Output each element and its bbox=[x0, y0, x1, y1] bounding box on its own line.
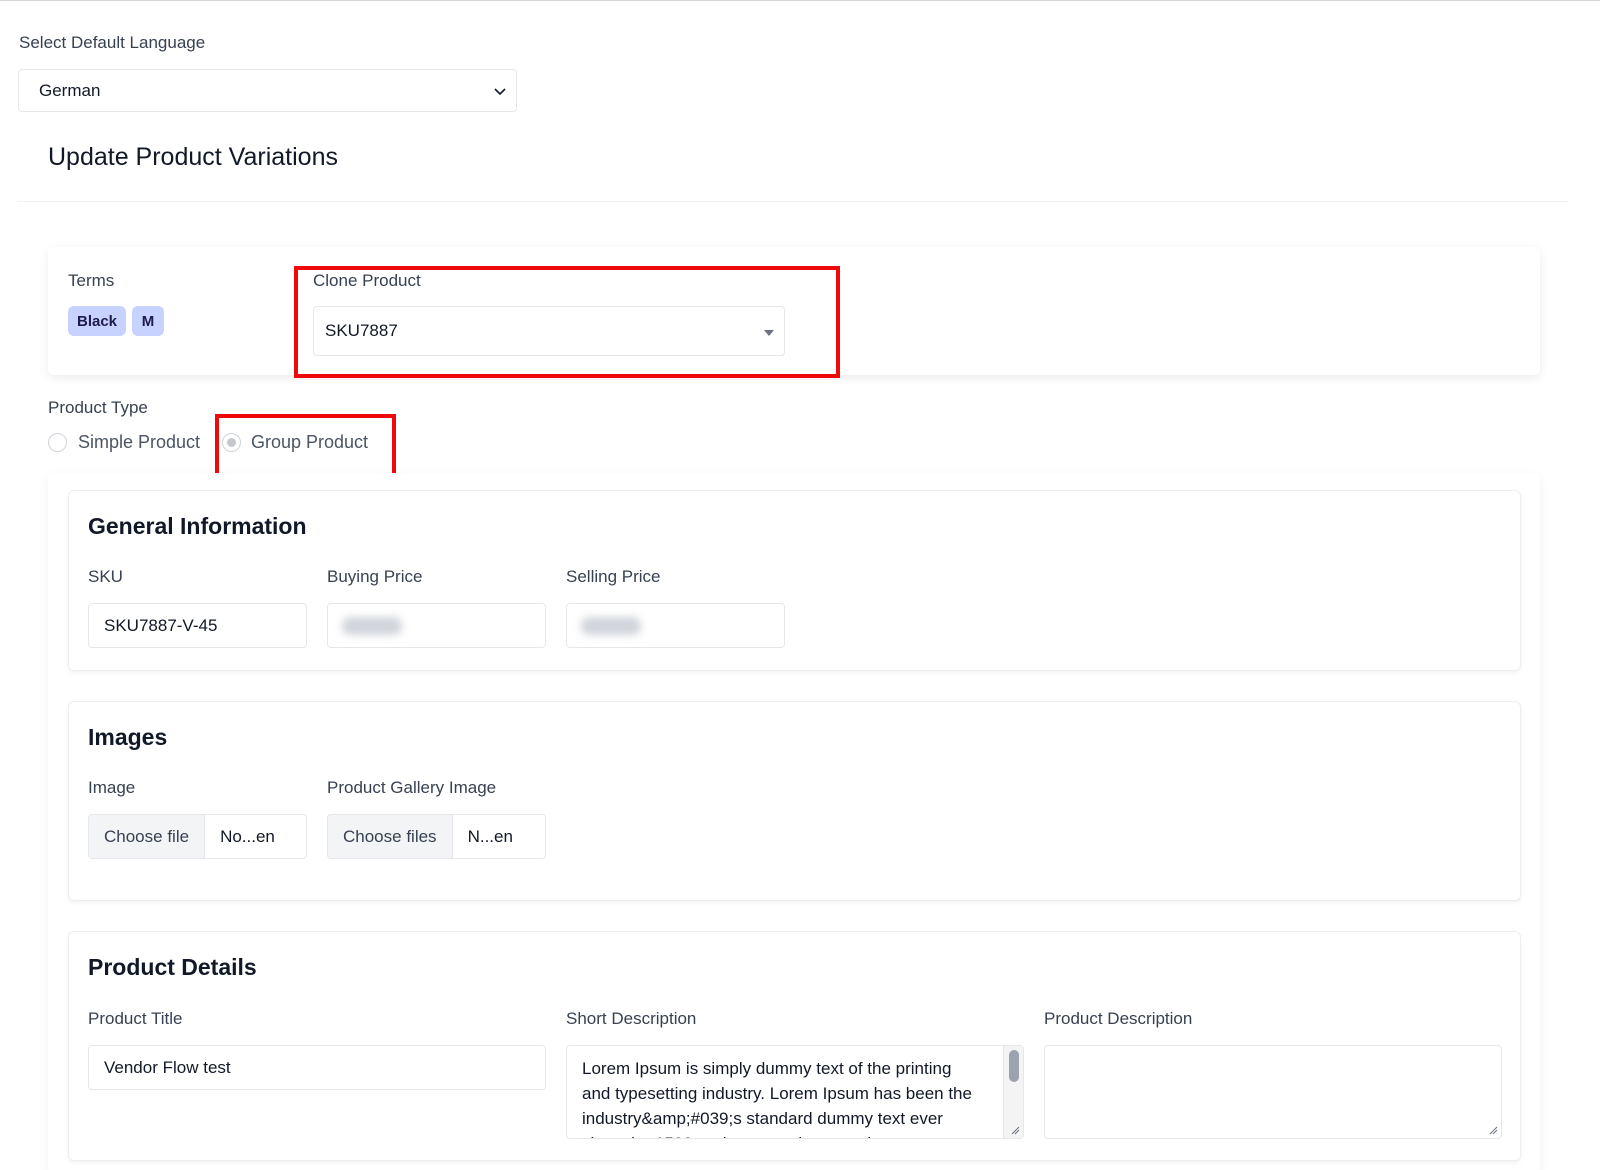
gallery-file-input[interactable]: Choose files N...en bbox=[327, 814, 546, 859]
buying-price-input[interactable] bbox=[327, 603, 546, 648]
product-details-title: Product Details bbox=[88, 954, 257, 980]
language-select-value: German bbox=[39, 80, 101, 100]
page: Select Default Language German Update Pr… bbox=[0, 0, 1600, 1170]
resize-grip-icon[interactable] bbox=[1010, 1125, 1020, 1135]
image-file-name: No...en bbox=[220, 826, 275, 846]
radio-label-simple-product[interactable]: Simple Product bbox=[78, 432, 200, 453]
language-label: Select Default Language bbox=[19, 33, 206, 52]
short-description-textarea[interactable]: Lorem Ipsum is simply dummy text of the … bbox=[566, 1045, 1024, 1139]
highlight-box-clone-product bbox=[294, 266, 840, 378]
image-label: Image bbox=[88, 778, 136, 797]
images-card bbox=[68, 701, 1521, 901]
sku-value: SKU7887-V-45 bbox=[104, 615, 218, 635]
product-description-textarea[interactable] bbox=[1044, 1045, 1502, 1139]
images-title: Images bbox=[88, 724, 168, 750]
gallery-file-name: N...en bbox=[467, 826, 513, 846]
product-type-label: Product Type bbox=[48, 398, 148, 417]
product-title-label: Product Title bbox=[88, 1009, 183, 1028]
short-description-text: Lorem Ipsum is simply dummy text of the … bbox=[582, 1059, 972, 1138]
term-badge-m: M bbox=[132, 306, 164, 336]
product-title-input[interactable]: Vendor Flow test bbox=[88, 1045, 546, 1090]
resize-grip-icon[interactable] bbox=[1488, 1125, 1498, 1135]
product-description-label: Product Description bbox=[1044, 1009, 1193, 1028]
choose-file-button[interactable]: Choose file bbox=[89, 815, 206, 858]
language-select[interactable]: German bbox=[18, 69, 517, 112]
selling-price-input[interactable] bbox=[566, 603, 785, 648]
choose-files-button[interactable]: Choose files bbox=[328, 815, 453, 858]
gallery-image-label: Product Gallery Image bbox=[327, 778, 497, 797]
divider bbox=[18, 201, 1568, 202]
short-description-label: Short Description bbox=[566, 1009, 697, 1028]
page-title: Update Product Variations bbox=[48, 143, 338, 171]
image-file-input[interactable]: Choose file No...en bbox=[88, 814, 307, 859]
buying-price-label: Buying Price bbox=[327, 567, 423, 586]
product-description-text bbox=[1045, 1046, 1501, 1056]
term-badge-black: Black bbox=[68, 306, 126, 336]
chevron-down-icon bbox=[494, 88, 506, 96]
highlight-box-group-product bbox=[215, 414, 396, 480]
scrollbar-thumb[interactable] bbox=[1009, 1050, 1019, 1082]
redacted-value bbox=[342, 617, 402, 635]
radio-simple-product[interactable] bbox=[48, 433, 67, 452]
selling-price-label: Selling Price bbox=[566, 567, 661, 586]
sku-input[interactable]: SKU7887-V-45 bbox=[88, 603, 307, 648]
redacted-value bbox=[581, 617, 641, 635]
sku-label: SKU bbox=[88, 567, 123, 586]
product-title-value: Vendor Flow test bbox=[104, 1057, 231, 1077]
terms-label: Terms bbox=[68, 271, 115, 290]
general-information-title: General Information bbox=[88, 513, 307, 539]
